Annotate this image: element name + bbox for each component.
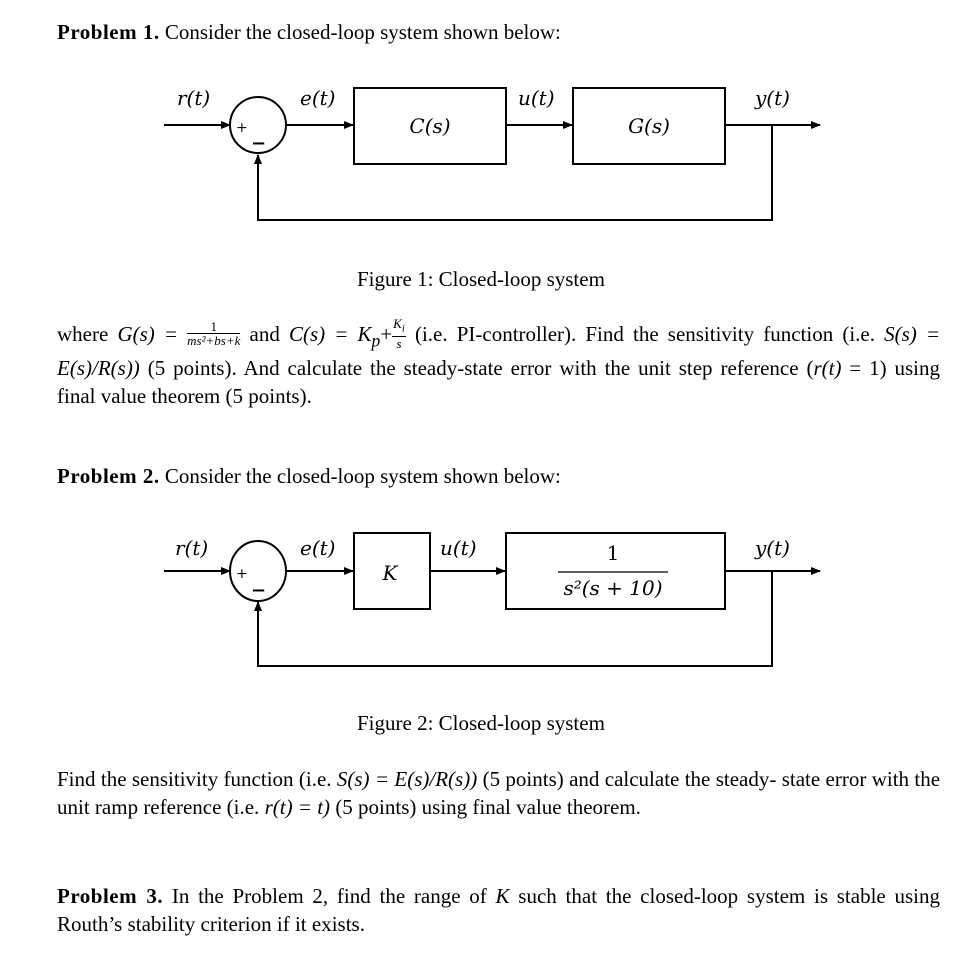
fraction-numerator: 1 [187,320,241,334]
text: (i.e. [842,322,875,347]
plant-fraction: 1 ms²+bs+k [187,320,241,348]
fraction-numerator: K [393,316,402,331]
input-signal-label: r(t) [175,536,208,560]
text: In the Problem 2, find the range of [171,884,487,908]
text: (i.e. PI-controller). Find the sensitivi… [414,322,834,347]
feedback-path [254,125,773,221]
controller-block-label: C(s) [409,114,450,138]
problem-1-heading: Problem 1. Consider the closed-loop syst… [57,20,561,45]
problem-3-text: Problem 3. In the Problem 2, find the ra… [57,882,940,938]
figure-1-caption: Figure 1: Closed-loop system [357,267,605,291]
figure-2-caption: Figure 2: Closed-loop system [357,711,605,735]
text: (5 points) using final value theorem. [335,795,641,819]
plant-equation: G(s) = [117,322,179,347]
text: and [249,322,280,347]
problem-1-text: where G(s) = 1 ms²+bs+k and C(s) = Kp+ Ki s… [57,317,940,410]
control-signal-label: u(t) [440,536,477,560]
error-signal-label: e(t) [300,536,335,560]
problem-3-label: Problem 3. [57,884,164,908]
sum-minus-sign: − [251,580,266,601]
error-signal-label: e(t) [300,86,335,110]
problem-2-text: Find the sensitivity function (i.e. S(s)… [57,765,940,821]
text: where [57,322,109,347]
subscript: i [401,322,405,335]
figure-2-block-diagram: + − K 1 s²(s + 10) r(t) e(t) u(t) y(t) [164,532,821,667]
integral-fraction: Ki s [392,317,406,350]
input-signal-label: r(t) [177,86,210,110]
figure-1-block-diagram: + − C(s) G(s) r(t) e(t) u(t) y(t) [164,86,821,221]
sensitivity-definition: S(s) = E(s)/R(s)) [336,767,478,791]
unused [231,571,772,666]
sum-plus-sign: + [236,120,248,136]
fraction-denominator: ms²+bs+k [187,332,241,348]
problem-2-intro: Consider the closed-loop system shown be… [164,464,561,488]
output-signal-label: y(t) [754,86,790,110]
plus: + [380,322,393,347]
problem-1-label: Problem 1. [57,20,160,44]
reference-signal: r(t) [813,356,842,381]
problem-2-label: Problem 2. [57,464,160,488]
controller-equation: C(s) = K [288,322,372,347]
fraction-denominator: s [396,335,402,351]
subscript: p [371,330,381,351]
reference-signal: r(t) = t) [264,795,331,819]
sum-minus-sign: − [251,133,266,154]
output-signal-label: y(t) [754,536,790,560]
gain-variable: K [495,884,510,908]
feedback-path [254,571,773,667]
problem-2-heading: Problem 2. Consider the closed-loop syst… [57,464,561,489]
text: (5 points). And calculate the steady-sta… [147,356,713,381]
text: (5 points) and calculate the steady- [482,767,777,791]
text: Find the sensitivity function (i.e. [57,767,332,791]
plant-block-label: G(s) [628,114,670,138]
plant-numerator: 1 [607,541,620,565]
text: reference ( [720,356,814,381]
sum-plus-sign: + [236,566,248,582]
control-signal-label: u(t) [518,86,555,110]
gain-block-label: K [382,561,399,585]
problem-1-intro: Consider the closed-loop system shown be… [164,20,561,44]
plant-denominator: s²(s + 10) [563,576,662,600]
